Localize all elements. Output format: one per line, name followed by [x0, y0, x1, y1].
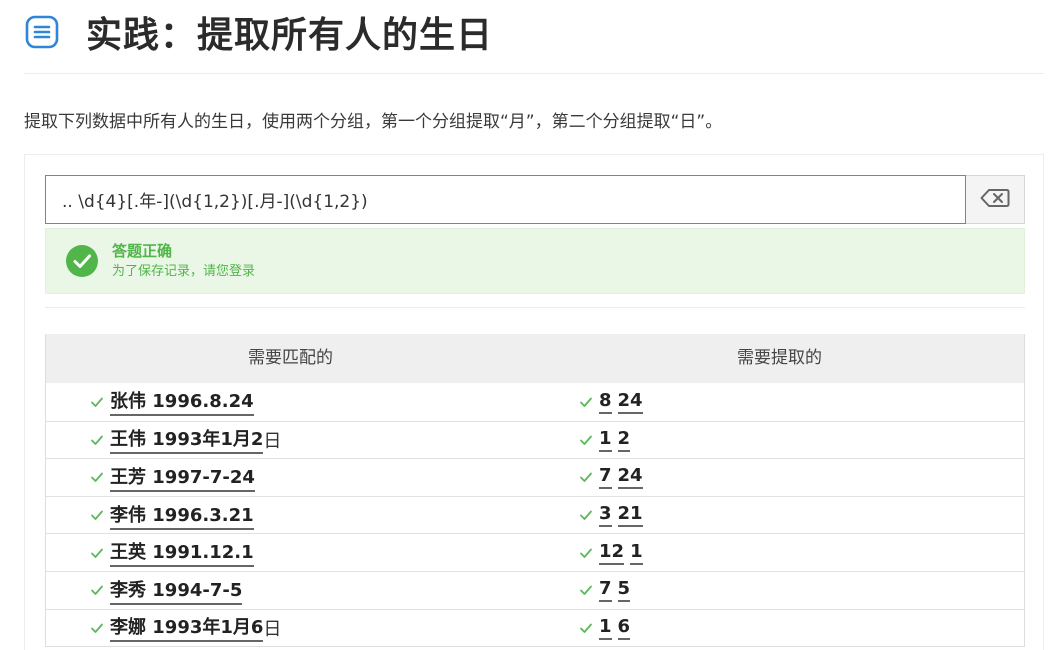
unmatched-text: 日 — [263, 618, 282, 640]
match-cell: 张伟 1996.8.24 — [46, 387, 535, 417]
group-2: 24 — [617, 390, 643, 414]
check-icon — [91, 510, 103, 520]
check-icon — [91, 585, 103, 596]
table-row: 王英 1991.12.1 12 1 — [46, 533, 1024, 571]
matched-text: 李娜 1993年1月6 — [110, 613, 264, 643]
group-1: 3 — [599, 503, 612, 528]
check-icon — [580, 623, 592, 633]
results-table: 需要匹配的 需要提取的 张伟 1996.8.24 8 24 王伟 1993年1月2 日 1… — [45, 334, 1025, 648]
title-divider — [24, 73, 1044, 74]
column-header-extract: 需要提取的 — [737, 348, 822, 368]
check-icon — [580, 548, 592, 558]
group-1: 1 — [599, 616, 612, 640]
matched-text: 王芳 1997-7-24 — [110, 463, 255, 492]
task-description: 提取下列数据中所有人的生日，使用两个分组，第一个分组提取“月”，第二个分组提取“… — [24, 112, 723, 132]
matched-text: 王英 1991.12.1 — [110, 538, 254, 568]
status-title: 答题正确 — [112, 242, 173, 260]
backspace-icon — [980, 188, 1010, 212]
match-cell: 李娜 1993年1月6 日 — [46, 613, 535, 643]
group-2: 24 — [617, 465, 643, 490]
table-row: 李娜 1993年1月6 日 1 6 — [46, 608, 1024, 647]
check-icon — [91, 397, 103, 407]
table-row: 王伟 1993年1月2 日 1 2 — [46, 420, 1024, 459]
table-row: 李伟 1996.3.21 3 21 — [46, 495, 1024, 534]
table-header: 需要匹配的 需要提取的 — [46, 334, 1024, 383]
group-1: 7 — [599, 465, 612, 490]
group-1: 8 — [599, 390, 612, 414]
group-2: 6 — [617, 616, 631, 640]
match-cell: 李秀 1994-7-5 — [46, 576, 535, 605]
check-icon — [580, 397, 592, 407]
group-1: 12 — [599, 541, 625, 565]
title-row: 实践：提取所有人的生日 — [24, 8, 493, 56]
group-2: 1 — [630, 541, 643, 565]
group-1: 1 — [599, 428, 612, 452]
extract-cell: 8 24 — [535, 390, 1024, 414]
check-icon — [580, 510, 592, 520]
matched-text: 李伟 1996.3.21 — [110, 501, 254, 530]
group-2: 2 — [617, 428, 631, 452]
exercise-card: 答题正确 为了保存记录，请您登录 需要匹配的 需要提取的 张伟 1996.8.2… — [24, 154, 1044, 650]
table-row: 李秀 1994-7-5 7 5 — [46, 570, 1024, 609]
match-cell: 王英 1991.12.1 — [46, 538, 535, 568]
match-cell: 李伟 1996.3.21 — [46, 501, 535, 530]
check-icon — [91, 548, 103, 558]
extract-cell: 12 1 — [535, 541, 1024, 565]
matched-text: 王伟 1993年1月2 — [110, 425, 264, 455]
extract-cell: 3 21 — [535, 503, 1024, 528]
extract-cell: 75 — [535, 578, 1024, 603]
group-1: 7 — [599, 578, 612, 603]
login-hint: 为了保存记录，请您登录 — [112, 264, 256, 279]
check-icon — [580, 473, 592, 483]
extract-cell: 16 — [535, 616, 1024, 640]
check-icon — [91, 623, 103, 633]
regex-input[interactable] — [45, 175, 966, 224]
check-icon — [91, 435, 103, 445]
table-body: 张伟 1996.8.24 8 24 王伟 1993年1月2 日 1 2 王芳 1997-7-2… — [46, 383, 1024, 646]
matched-text: 李秀 1994-7-5 — [110, 576, 243, 605]
group-2: 21 — [617, 503, 643, 528]
extract-cell: 7 24 — [535, 465, 1024, 490]
unmatched-text: 日 — [263, 430, 282, 452]
group-2: 5 — [617, 578, 631, 603]
match-cell: 王芳 1997-7-24 — [46, 463, 535, 492]
divider — [45, 307, 1025, 308]
match-cell: 王伟 1993年1月2 日 — [46, 425, 535, 455]
table-row: 张伟 1996.8.24 8 24 — [46, 383, 1024, 421]
extract-cell: 12 — [535, 428, 1024, 452]
check-icon — [580, 585, 592, 596]
column-header-match: 需要匹配的 — [248, 348, 333, 368]
matched-text: 张伟 1996.8.24 — [110, 387, 254, 417]
check-icon — [580, 435, 592, 445]
clear-button[interactable] — [966, 175, 1025, 224]
list-menu-icon — [24, 14, 60, 50]
check-circle-icon — [66, 245, 98, 277]
page-title: 实践：提取所有人的生日 — [86, 15, 494, 56]
success-message: 答题正确 为了保存记录，请您登录 — [45, 228, 1025, 294]
table-row: 王芳 1997-7-24 7 24 — [46, 458, 1024, 496]
regex-bar — [45, 175, 1025, 224]
check-icon — [91, 473, 103, 483]
